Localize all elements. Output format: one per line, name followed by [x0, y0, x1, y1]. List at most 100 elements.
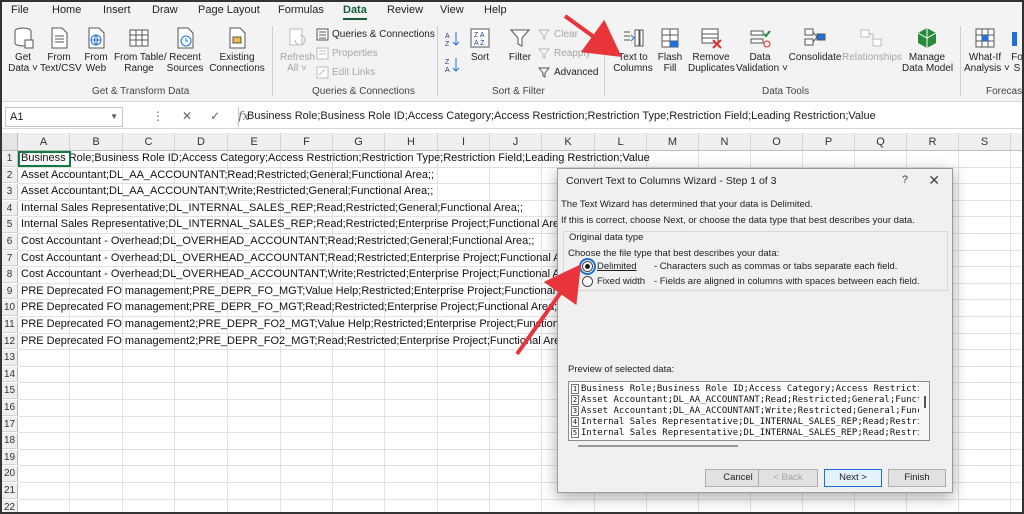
cell-a1[interactable]: Business Role;Business Role ID;Access Ca…: [21, 151, 650, 167]
row-header[interactable]: 14: [2, 366, 18, 383]
row-header[interactable]: 18: [2, 433, 18, 449]
column-header[interactable]: R: [907, 133, 959, 151]
cell-a5[interactable]: Internal Sales Representative;DL_INTERNA…: [21, 217, 571, 233]
chevron-down-icon[interactable]: ▼: [110, 112, 118, 121]
tab-formulas[interactable]: Formulas: [278, 4, 324, 16]
clear-filter-button[interactable]: Clear: [538, 28, 578, 41]
row-header[interactable]: 9: [2, 283, 18, 300]
sort-az-button[interactable]: AZ: [444, 30, 460, 48]
row-header[interactable]: 3: [2, 184, 18, 200]
column-header[interactable]: D: [175, 133, 228, 151]
tab-help[interactable]: Help: [484, 4, 507, 16]
cell-a7[interactable]: Cost Accountant - Overhead;DL_OVERHEAD_A…: [21, 251, 583, 267]
properties-button[interactable]: Properties: [316, 47, 378, 60]
row-header[interactable]: 10: [2, 300, 18, 316]
column-header[interactable]: I: [438, 133, 490, 151]
column-header[interactable]: L: [595, 133, 647, 151]
tab-insert[interactable]: Insert: [103, 4, 131, 16]
cell-a8[interactable]: Cost Accountant - Overhead;DL_OVERHEAD_A…: [21, 267, 582, 283]
recent-sources-button[interactable]: Recent Sources: [166, 26, 204, 74]
row-header[interactable]: 17: [2, 416, 18, 433]
cell-a12[interactable]: PRE Deprecated FO management2;PRE_DEPR_F…: [21, 334, 572, 350]
column-header[interactable]: E: [228, 133, 281, 151]
advanced-filter-button[interactable]: Advanced: [538, 66, 598, 79]
column-header[interactable]: B: [70, 133, 123, 151]
back-button[interactable]: < Back: [758, 469, 818, 487]
more-options-icon[interactable]: ⋮: [152, 109, 164, 123]
flash-fill-button[interactable]: Flash Fill: [656, 26, 684, 74]
row-header[interactable]: 16: [2, 400, 18, 416]
manage-data-model-button[interactable]: Manage Data Model: [902, 26, 953, 74]
cell-a3[interactable]: Asset Accountant;DL_AA_ACCOUNTANT;Write;…: [21, 184, 433, 200]
column-header[interactable]: F: [281, 133, 333, 151]
delimited-radio[interactable]: [579, 258, 596, 275]
row-header[interactable]: 2: [2, 167, 18, 184]
row-header[interactable]: 20: [2, 466, 18, 482]
from-text-csv-button[interactable]: From Text/CSV: [40, 26, 82, 74]
tab-data[interactable]: Data: [343, 4, 367, 16]
cell-a2[interactable]: Asset Accountant;DL_AA_ACCOUNTANT;Read;R…: [21, 168, 434, 184]
next-button[interactable]: Next >: [824, 469, 882, 487]
row-header[interactable]: 4: [2, 200, 18, 217]
refresh-all-button[interactable]: Refresh All ˅: [280, 26, 315, 74]
row-header[interactable]: 8: [2, 267, 18, 283]
what-if-analysis-button[interactable]: What-If Analysis ˅: [964, 26, 1010, 74]
tab-view[interactable]: View: [440, 4, 464, 16]
fixed-width-option[interactable]: Fixed width: [582, 276, 645, 287]
column-header[interactable]: Q: [855, 133, 907, 151]
name-box[interactable]: A1 ▼: [5, 107, 123, 127]
column-header[interactable]: T: [1011, 133, 1022, 151]
data-preview-box[interactable]: 5 Internal Sales Representative;DL_INTERN…: [568, 381, 930, 441]
row-header[interactable]: 6: [2, 234, 18, 250]
select-all-corner[interactable]: [2, 133, 18, 151]
edit-links-button[interactable]: Edit Links: [316, 66, 375, 79]
sort-za-button[interactable]: ZA: [444, 56, 460, 74]
cell-a9[interactable]: PRE Deprecated FO management;PRE_DEPR_FO…: [21, 284, 587, 300]
column-header[interactable]: H: [385, 133, 438, 151]
fixed-width-radio[interactable]: [582, 276, 593, 287]
row-header[interactable]: 13: [2, 350, 18, 366]
help-icon[interactable]: ?: [902, 174, 908, 186]
relationships-button[interactable]: Relationships: [842, 26, 902, 63]
tab-home[interactable]: Home: [52, 4, 81, 16]
column-header[interactable]: N: [699, 133, 751, 151]
cell-a4[interactable]: Internal Sales Representative;DL_INTERNA…: [21, 201, 523, 217]
row-header[interactable]: 19: [2, 449, 18, 466]
row-header[interactable]: 11: [2, 317, 18, 333]
row-header[interactable]: 1: [2, 151, 18, 167]
column-header[interactable]: K: [542, 133, 595, 151]
from-web-button[interactable]: From Web: [80, 26, 112, 74]
sort-button[interactable]: Z AA Z Sort: [466, 26, 494, 63]
formula-input[interactable]: Business Role;Business Role ID;Access Ca…: [238, 107, 1018, 127]
column-header[interactable]: S: [959, 133, 1011, 151]
from-table-range-button[interactable]: From Table/ Range: [114, 26, 167, 74]
preview-horizontal-scrollbar[interactable]: [578, 445, 738, 447]
filter-button[interactable]: Filter: [506, 26, 534, 63]
cell-a10[interactable]: PRE Deprecated FO management;PRE_DEPR_FO…: [21, 300, 560, 316]
column-header[interactable]: C: [123, 133, 175, 151]
delimited-option[interactable]: Delimited: [579, 258, 637, 275]
get-data-button[interactable]: Get Data ˅: [6, 26, 40, 74]
tab-draw[interactable]: Draw: [152, 4, 178, 16]
text-to-columns-button[interactable]: Text to Columns: [612, 26, 654, 74]
row-header[interactable]: 5: [2, 217, 18, 233]
remove-duplicates-button[interactable]: Remove Duplicates: [688, 26, 735, 74]
consolidate-button[interactable]: Consolidate: [788, 26, 842, 63]
queries-connections-button[interactable]: Queries & Connections: [316, 28, 435, 41]
column-header[interactable]: O: [751, 133, 803, 151]
row-header[interactable]: 22: [2, 499, 18, 512]
forecast-sheet-button[interactable]: Fo S: [1010, 26, 1022, 74]
preview-scroll-thumb[interactable]: [924, 396, 926, 408]
tab-file[interactable]: File: [11, 4, 29, 16]
reapply-button[interactable]: Reapply: [538, 47, 591, 60]
tab-page-layout[interactable]: Page Layout: [198, 4, 260, 16]
column-header[interactable]: J: [490, 133, 542, 151]
row-header[interactable]: 7: [2, 250, 18, 267]
row-header[interactable]: 12: [2, 333, 18, 350]
cell-a11[interactable]: PRE Deprecated FO management2;PRE_DEPR_F…: [21, 317, 599, 333]
close-icon[interactable]: ✕: [928, 172, 940, 189]
preview-vertical-scrollbar[interactable]: [919, 382, 929, 440]
confirm-entry-icon[interactable]: ✓: [210, 109, 220, 123]
column-header[interactable]: A: [18, 133, 70, 151]
column-header[interactable]: M: [647, 133, 699, 151]
